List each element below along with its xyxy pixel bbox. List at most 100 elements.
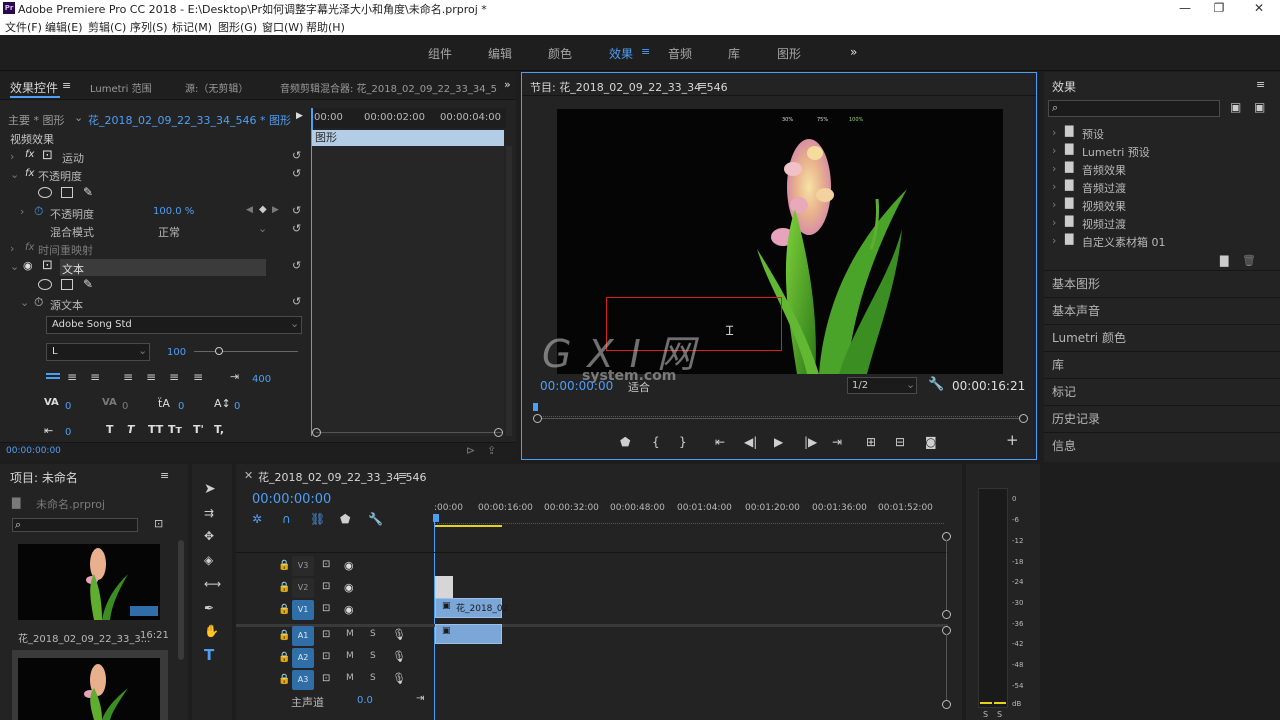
expand-arrow[interactable]: › [1052,162,1056,175]
lock-icon[interactable]: 🔒 [278,560,290,571]
section-markers[interactable]: 标记 [1044,378,1280,404]
reset-text-icon[interactable]: ↺ [292,260,304,272]
step-back-icon[interactable]: ◀| [744,435,757,449]
collapse-source-text-arrow[interactable]: ⌄ [20,296,29,309]
reset-opacity-icon[interactable]: ↺ [292,168,304,180]
panel-menu-icon[interactable]: ≡ [62,79,71,92]
section-lumetri-color[interactable]: Lumetri 颜色 [1044,324,1280,350]
lock-icon[interactable]: 🔒 [278,582,290,593]
menu-edit[interactable]: 编辑(E) [45,19,83,35]
tab-width-icon[interactable]: ⇥ [230,370,239,383]
program-zoom-handle-right[interactable] [1019,414,1028,423]
sync-lock-icon[interactable]: ⊡ [322,603,330,614]
menu-file[interactable]: 文件(F) [5,19,42,35]
play-only-icon[interactable]: ▶ [296,111,303,121]
stopwatch-icon[interactable]: ⏱ [34,295,43,310]
audio-scrollbar[interactable] [946,634,947,700]
subscript-button[interactable]: T, [214,423,224,436]
effects-folder-video-effects[interactable]: 视频效果 [1082,198,1126,214]
workspace-editing[interactable]: 编辑 [488,45,512,62]
tab-lumetri-scopes[interactable]: Lumetri 范围 [90,80,152,95]
play-icon[interactable]: ▶ [774,435,783,449]
fx-icon[interactable]: fx [25,149,34,160]
ellipse-mask-icon[interactable] [38,187,52,198]
workspace-audio[interactable]: 音频 [668,45,692,62]
align-center-icon[interactable]: ≡ [67,370,77,384]
next-keyframe-icon[interactable]: ▶ [272,205,279,215]
reset-motion-icon[interactable]: ↺ [292,150,304,162]
menu-clip[interactable]: 剪辑(C) [88,19,126,35]
sync-lock-icon[interactable]: ⊡ [322,673,330,684]
effects-folder-audio-effects[interactable]: 音频效果 [1082,162,1126,178]
motion-label[interactable]: 运动 [62,150,84,166]
selection-tool-icon[interactable]: ➤ [204,482,216,496]
lock-icon[interactable]: 🔒 [278,630,290,641]
export-icon[interactable]: ⇪ [487,444,496,457]
all-caps-button[interactable]: TT [148,423,163,436]
program-zoom-handle-left[interactable] [533,414,542,423]
expand-arrow[interactable]: › [1052,126,1056,139]
rectangle-mask-icon[interactable] [61,279,73,290]
ec-zoom-scrollbar[interactable] [316,432,502,433]
sync-lock-icon[interactable]: ⊡ [322,559,330,570]
solo-button[interactable]: S [370,629,376,639]
menu-sequence[interactable]: 序列(S) [130,19,168,35]
workspace-menu-icon[interactable]: ≡ [641,45,650,58]
ec-graphic-clip-bar[interactable]: 图形 [312,130,504,146]
accelerated-effects-icon[interactable]: ▣ [1230,100,1241,114]
align-right-icon[interactable]: ≡ [90,370,100,384]
linked-selection-icon[interactable]: ⛓ [310,512,325,526]
track-v2-label[interactable]: V2 [292,578,314,598]
lock-icon[interactable]: 🔒 [278,604,290,615]
mute-button[interactable]: M [346,651,354,661]
expand-arrow[interactable]: › [1052,180,1056,193]
expand-arrow[interactable]: › [1052,216,1056,229]
nest-toggle-icon[interactable]: ✲ [252,512,262,526]
lock-icon[interactable]: 🔒 [278,652,290,663]
faux-italic-button[interactable]: T [127,423,135,436]
track-a2-label[interactable]: A2 [292,648,314,668]
slip-tool-icon[interactable]: ⟷ [204,577,221,591]
expand-arrow[interactable]: › [1052,198,1056,211]
tsume-value[interactable]: 0 [234,401,240,412]
effects-search-input[interactable] [1048,100,1220,117]
chevron-down-icon[interactable]: ⌄ [138,344,147,357]
menu-marker[interactable]: 标记(M) [172,19,212,35]
small-caps-button[interactable]: Tт [168,423,182,436]
export-frame-icon[interactable]: ◙ [925,435,937,449]
prev-keyframe-icon[interactable]: ◀ [246,205,253,215]
justify-left-icon[interactable]: ≡ [123,370,133,384]
workspace-overflow-button[interactable]: » [850,45,857,59]
chevron-down-icon[interactable]: ⌄ [906,378,915,391]
ec-keyframe-area[interactable] [312,146,504,436]
section-libraries[interactable]: 库 [1044,351,1280,377]
expand-arrow[interactable]: › [1052,234,1056,247]
type-tool-icon[interactable]: T [204,648,214,663]
effects-folder-custom-bin[interactable]: 自定义素材箱 01 [1082,234,1166,250]
justify-all-icon[interactable]: ≡ [193,370,203,384]
add-keyframe-icon[interactable]: ◆ [259,204,267,215]
project-scrollbar[interactable] [178,540,184,660]
master-volume-value[interactable]: 0.0 [357,695,373,706]
wrench-icon[interactable]: 🔧 [928,377,944,392]
clip-name[interactable]: 花_2018_02_09_22_33_3... [18,630,150,645]
chevron-down-icon[interactable]: ⌄ [74,111,83,124]
faux-bold-button[interactable]: T [106,423,114,436]
justify-right-icon[interactable]: ≡ [169,370,179,384]
meter-solo-right[interactable]: S [997,710,1002,719]
workspace-libraries[interactable]: 库 [728,45,740,62]
program-scrub-bar[interactable] [534,407,1024,417]
reset-opacity-prop-icon[interactable]: ↺ [292,205,304,217]
extract-icon[interactable]: ⊟ [895,435,905,449]
maximize-button[interactable]: ❐ [1200,0,1238,17]
track-select-tool-icon[interactable]: ⇉ [204,506,214,520]
font-size-value[interactable]: 100 [167,347,186,358]
track-v1-label[interactable]: V1 [292,600,314,620]
reset-blend-icon[interactable]: ↺ [292,223,304,235]
panel-menu-icon[interactable]: ≡ [160,469,169,482]
indent-value[interactable]: 0 [65,427,71,438]
tab-effect-controls[interactable]: 效果控件 [10,79,58,96]
workspace-graphics[interactable]: 图形 [777,45,801,62]
expand-opacity-prop-arrow[interactable]: › [20,205,24,218]
expand-arrow[interactable]: › [1052,144,1056,157]
